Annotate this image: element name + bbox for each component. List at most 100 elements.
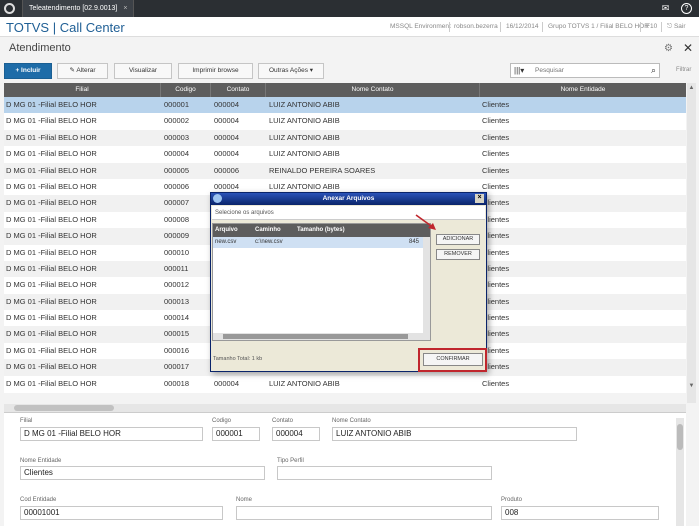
cell-filial: D MG 01 -Filial BELO HOR bbox=[6, 149, 97, 159]
filial-field[interactable]: D MG 01 -Filial BELO HOR bbox=[20, 427, 203, 441]
scroll-down-icon[interactable]: ▼ bbox=[687, 383, 696, 392]
file-caminho: c:\new.csv bbox=[255, 239, 283, 245]
col-nome-contato[interactable]: Nome Contato bbox=[266, 83, 480, 97]
chevron-down-icon: ▾ bbox=[307, 67, 314, 74]
group-label[interactable]: Grupo TOTVS 1 / Filial BELO HOR bbox=[548, 23, 649, 30]
cell-nome-entidade: Clientes bbox=[482, 181, 510, 191]
nome-entidade-label: Nome Entidade bbox=[20, 458, 62, 464]
col-caminho[interactable]: Caminho bbox=[255, 224, 281, 237]
dialog-subtitle: Selecione os arquivos bbox=[212, 206, 485, 220]
divider bbox=[500, 22, 501, 32]
tab-close-icon[interactable]: × bbox=[123, 5, 127, 12]
nome-contato-field[interactable]: LUIZ ANTONIO ABIB bbox=[332, 427, 577, 441]
table-row[interactable]: D MG 01 -Filial BELO HOR 000018 000004 LUIZ… bbox=[4, 376, 686, 392]
user-label[interactable]: robson.bezerra bbox=[454, 23, 498, 30]
cell-nome-entidade: Clientes bbox=[482, 149, 510, 159]
filtrar-link[interactable]: Filtrar bbox=[676, 67, 691, 73]
table-row[interactable]: D MG 01 -Filial BELO HOR 000003 000004 LUIZ… bbox=[4, 129, 686, 147]
scroll-thumb[interactable] bbox=[223, 334, 408, 339]
app-header: TOTVS | Call Center MSSQL Environment ro… bbox=[0, 17, 699, 37]
col-arquivo[interactable]: Arquivo bbox=[215, 224, 238, 237]
cell-nome-contato: LUIZ ANTONIO ABIB bbox=[269, 132, 340, 142]
cell-filial: D MG 01 -Filial BELO HOR bbox=[6, 329, 97, 339]
search-icon[interactable]: ⌕ bbox=[651, 65, 656, 76]
file-list-hscrollbar[interactable] bbox=[213, 333, 423, 340]
cell-nome-contato: LUIZ ANTONIO ABIB bbox=[269, 116, 340, 126]
cell-codigo: 000016 bbox=[164, 345, 190, 355]
table-row[interactable]: D MG 01 -Filial BELO HOR 000001 000004 LUIZ… bbox=[4, 97, 686, 114]
col-filial[interactable]: Filial bbox=[4, 83, 161, 97]
grid-vertical-scrollbar[interactable]: ▲ ▼ bbox=[687, 83, 696, 403]
table-row[interactable]: D MG 01 -Filial BELO HOR 000002 000004 LUIZ… bbox=[4, 113, 686, 129]
scroll-up-icon[interactable]: ▲ bbox=[687, 85, 696, 94]
nome-label: Nome bbox=[236, 497, 253, 503]
cell-nome-contato: REINALDO PEREIRA SOARES bbox=[269, 165, 376, 175]
outras-acoes-button[interactable]: Outras Ações ▾ bbox=[258, 63, 324, 79]
col-codigo[interactable]: Codigo bbox=[161, 83, 211, 97]
cell-contato: 000004 bbox=[214, 116, 240, 126]
alterar-label: Alterar bbox=[76, 67, 96, 74]
cell-contato: 000004 bbox=[214, 149, 240, 159]
cell-nome-entidade: Clientes bbox=[482, 231, 510, 241]
cell-nome-entidade: Clientes bbox=[482, 165, 510, 175]
scroll-thumb[interactable] bbox=[677, 424, 683, 450]
gear-icon[interactable]: ⚙ bbox=[664, 43, 673, 54]
exit-label: Sair bbox=[673, 23, 686, 30]
environment-label: MSSQL Environment bbox=[390, 23, 451, 30]
grid-horizontal-scrollbar[interactable] bbox=[4, 404, 686, 412]
cell-contato: 000004 bbox=[214, 132, 240, 142]
tab-label: Teleatendimento [02.9.0013] bbox=[29, 5, 118, 12]
f10-label[interactable]: F10 bbox=[646, 23, 657, 30]
close-icon[interactable]: ✕ bbox=[683, 41, 693, 55]
incluir-button[interactable]: + Incluir bbox=[4, 63, 52, 79]
cell-nome-entidade: Clientes bbox=[482, 280, 510, 290]
mail-icon[interactable]: ✉ bbox=[660, 3, 671, 14]
exit-link[interactable]: ⎋ Sair bbox=[667, 23, 686, 31]
cell-nome-entidade: Clientes bbox=[482, 345, 510, 355]
alterar-button[interactable]: ✎ Alterar bbox=[57, 63, 108, 79]
dialog-titlebar: Anexar Arquivos × bbox=[211, 193, 486, 205]
cell-filial: D MG 01 -Filial BELO HOR bbox=[6, 296, 97, 306]
file-list-vscrollbar[interactable] bbox=[423, 237, 430, 340]
cell-filial: D MG 01 -Filial BELO HOR bbox=[6, 231, 97, 241]
cod-entidade-field[interactable]: 00001001 bbox=[20, 506, 223, 520]
file-arquivo: new.csv bbox=[215, 239, 237, 245]
anexar-arquivos-dialog: Anexar Arquivos × Selecione os arquivos … bbox=[210, 192, 487, 372]
help-icon[interactable]: ? bbox=[681, 3, 692, 14]
nome-entidade-field[interactable]: Clientes bbox=[20, 466, 265, 480]
tab-teleatendimento[interactable]: Teleatendimento [02.9.0013] × bbox=[22, 0, 135, 17]
cell-nome-entidade: Clientes bbox=[482, 313, 510, 323]
file-row[interactable]: new.csv c:\new.csv 845 bbox=[213, 237, 430, 248]
adicionar-button[interactable]: ADICIONAR bbox=[436, 234, 480, 245]
contato-field[interactable]: 000004 bbox=[272, 427, 320, 441]
cell-codigo: 000012 bbox=[164, 280, 190, 290]
produto-field[interactable]: 008 bbox=[501, 506, 659, 520]
visualizar-button[interactable]: Visualizar bbox=[114, 63, 172, 79]
cell-codigo: 000017 bbox=[164, 362, 190, 372]
cell-nome-entidade: Clientes bbox=[482, 100, 510, 109]
produto-label: Produto bbox=[501, 497, 523, 503]
remover-button[interactable]: REMOVER bbox=[436, 249, 480, 260]
imprimir-browse-button[interactable]: Imprimir browse bbox=[178, 63, 253, 79]
cell-codigo: 000005 bbox=[164, 165, 190, 175]
cell-codigo: 000009 bbox=[164, 231, 190, 241]
form-scrollbar[interactable] bbox=[676, 418, 684, 526]
col-tamanho[interactable]: Tamanho (bytes) bbox=[297, 224, 345, 237]
codigo-label: Codigo bbox=[212, 418, 232, 424]
search-input[interactable] bbox=[535, 65, 645, 76]
nome-field[interactable] bbox=[236, 506, 492, 520]
exit-icon: ⎋ bbox=[667, 23, 674, 30]
col-contato[interactable]: Contato bbox=[211, 83, 266, 97]
tipo-perfil-field[interactable] bbox=[277, 466, 492, 480]
table-row[interactable]: D MG 01 -Filial BELO HOR 000005 000006 REIN… bbox=[4, 162, 686, 179]
dialog-close-icon[interactable]: × bbox=[475, 194, 484, 203]
col-nome-entidade[interactable]: Nome Entidade bbox=[480, 83, 686, 97]
search-box[interactable]: |||▾ ⌕ bbox=[510, 63, 660, 78]
scroll-thumb[interactable] bbox=[14, 405, 114, 411]
column-chooser-icon[interactable]: |||▾ bbox=[514, 66, 524, 75]
table-row[interactable]: D MG 01 -Filial BELO HOR 000004 000004 LUIZ… bbox=[4, 146, 686, 162]
cell-filial: D MG 01 -Filial BELO HOR bbox=[6, 165, 97, 175]
nome-contato-label: Nome Contato bbox=[332, 418, 371, 424]
file-tamanho: 845 bbox=[409, 239, 420, 245]
codigo-field[interactable]: 000001 bbox=[212, 427, 260, 441]
